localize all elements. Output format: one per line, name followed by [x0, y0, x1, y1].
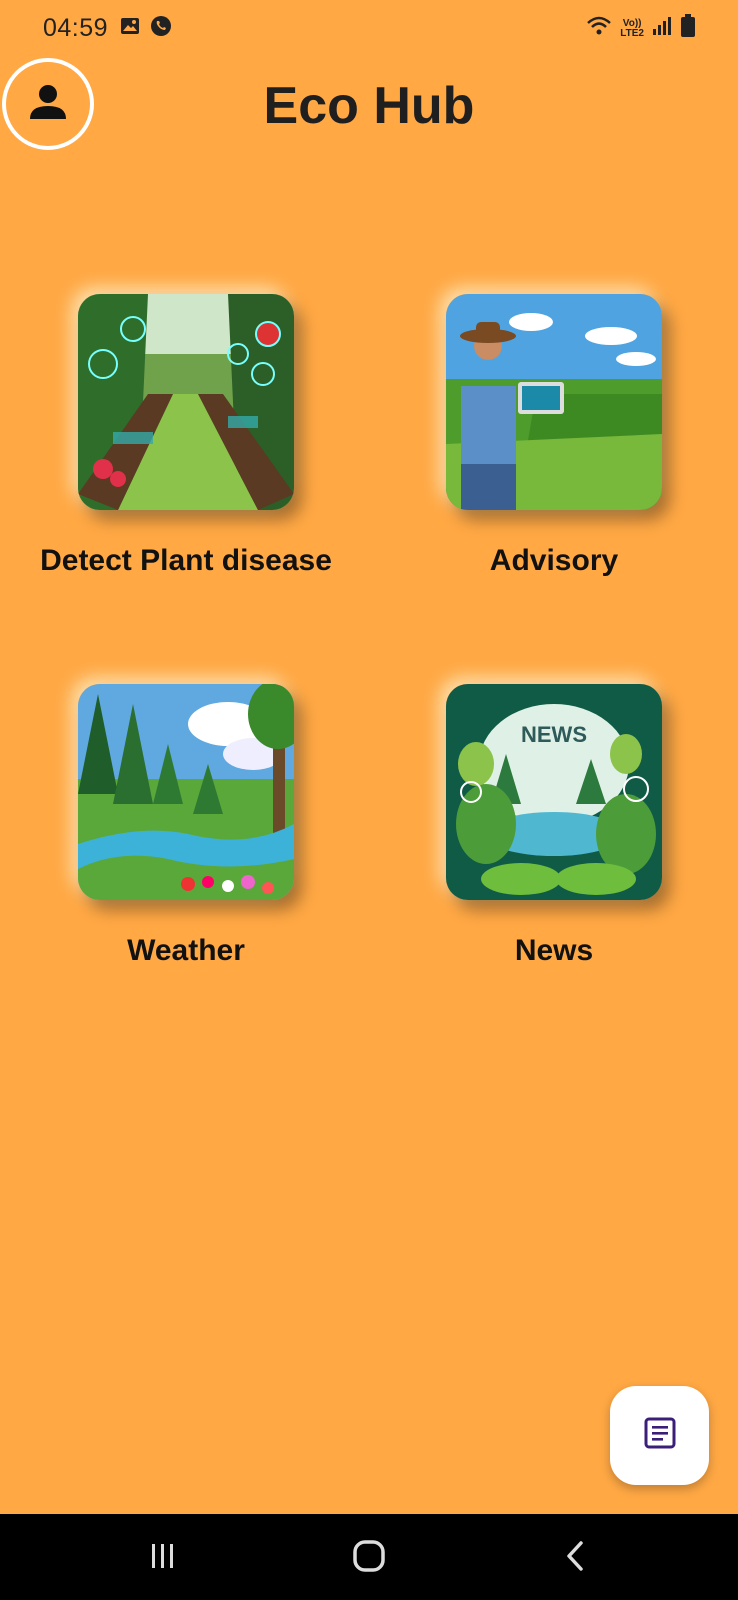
advisory-label: Advisory [489, 544, 619, 577]
system-nav-bar [0, 1514, 738, 1600]
farmer-tablet-image [446, 294, 662, 510]
signal-icon [652, 16, 672, 41]
network-type: Vo)) LTE2 [620, 17, 644, 39]
recent-apps-icon [148, 1541, 178, 1576]
weather-card[interactable]: Weather [36, 684, 336, 968]
forest-river-image [78, 684, 294, 900]
battery-icon [680, 14, 696, 43]
nature-news-image: NEWS [446, 684, 662, 900]
news-card[interactable]: NEWS News [404, 684, 704, 968]
gallery-icon [120, 16, 140, 41]
status-time: 04:59 [43, 14, 109, 42]
smart-garden-image [78, 294, 294, 510]
home-button[interactable] [339, 1536, 399, 1580]
news-label: News [514, 934, 594, 967]
svg-text:NEWS: NEWS [521, 722, 587, 747]
wifi-icon [586, 15, 612, 42]
advisory-card[interactable]: Advisory [404, 294, 704, 578]
back-button[interactable] [546, 1536, 606, 1580]
whatsapp-icon [150, 15, 172, 42]
detect-plant-disease-label: Detect Plant disease [40, 544, 332, 577]
article-icon [643, 1416, 677, 1455]
home-icon [352, 1539, 386, 1578]
detect-plant-disease-card[interactable]: Detect Plant disease [36, 294, 336, 578]
back-icon [561, 1539, 591, 1578]
weather-label: Weather [127, 934, 245, 967]
recent-apps-button[interactable] [133, 1536, 193, 1580]
notes-fab-button[interactable] [610, 1386, 709, 1485]
status-bar: 04:59 Vo)) LTE2 [0, 0, 738, 56]
page-title: Eco Hub [263, 77, 475, 135]
